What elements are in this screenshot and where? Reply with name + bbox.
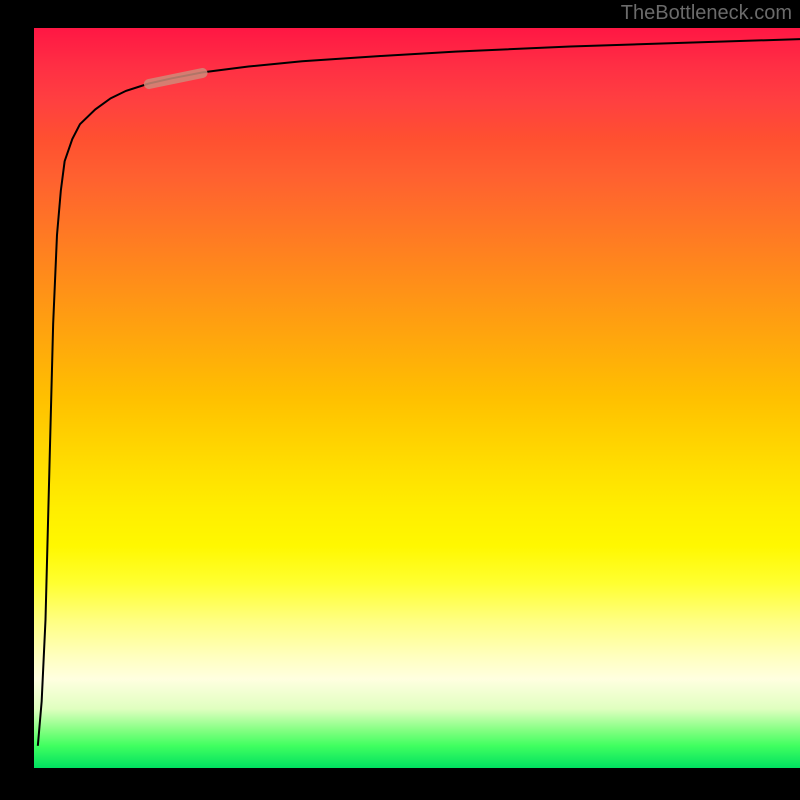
highlight-marker xyxy=(149,73,203,84)
chart-container: TheBottleneck.com xyxy=(0,0,800,800)
curve-svg xyxy=(34,28,800,768)
bottleneck-curve xyxy=(38,39,800,746)
chart-area xyxy=(34,28,800,768)
watermark-label: TheBottleneck.com xyxy=(621,2,792,25)
